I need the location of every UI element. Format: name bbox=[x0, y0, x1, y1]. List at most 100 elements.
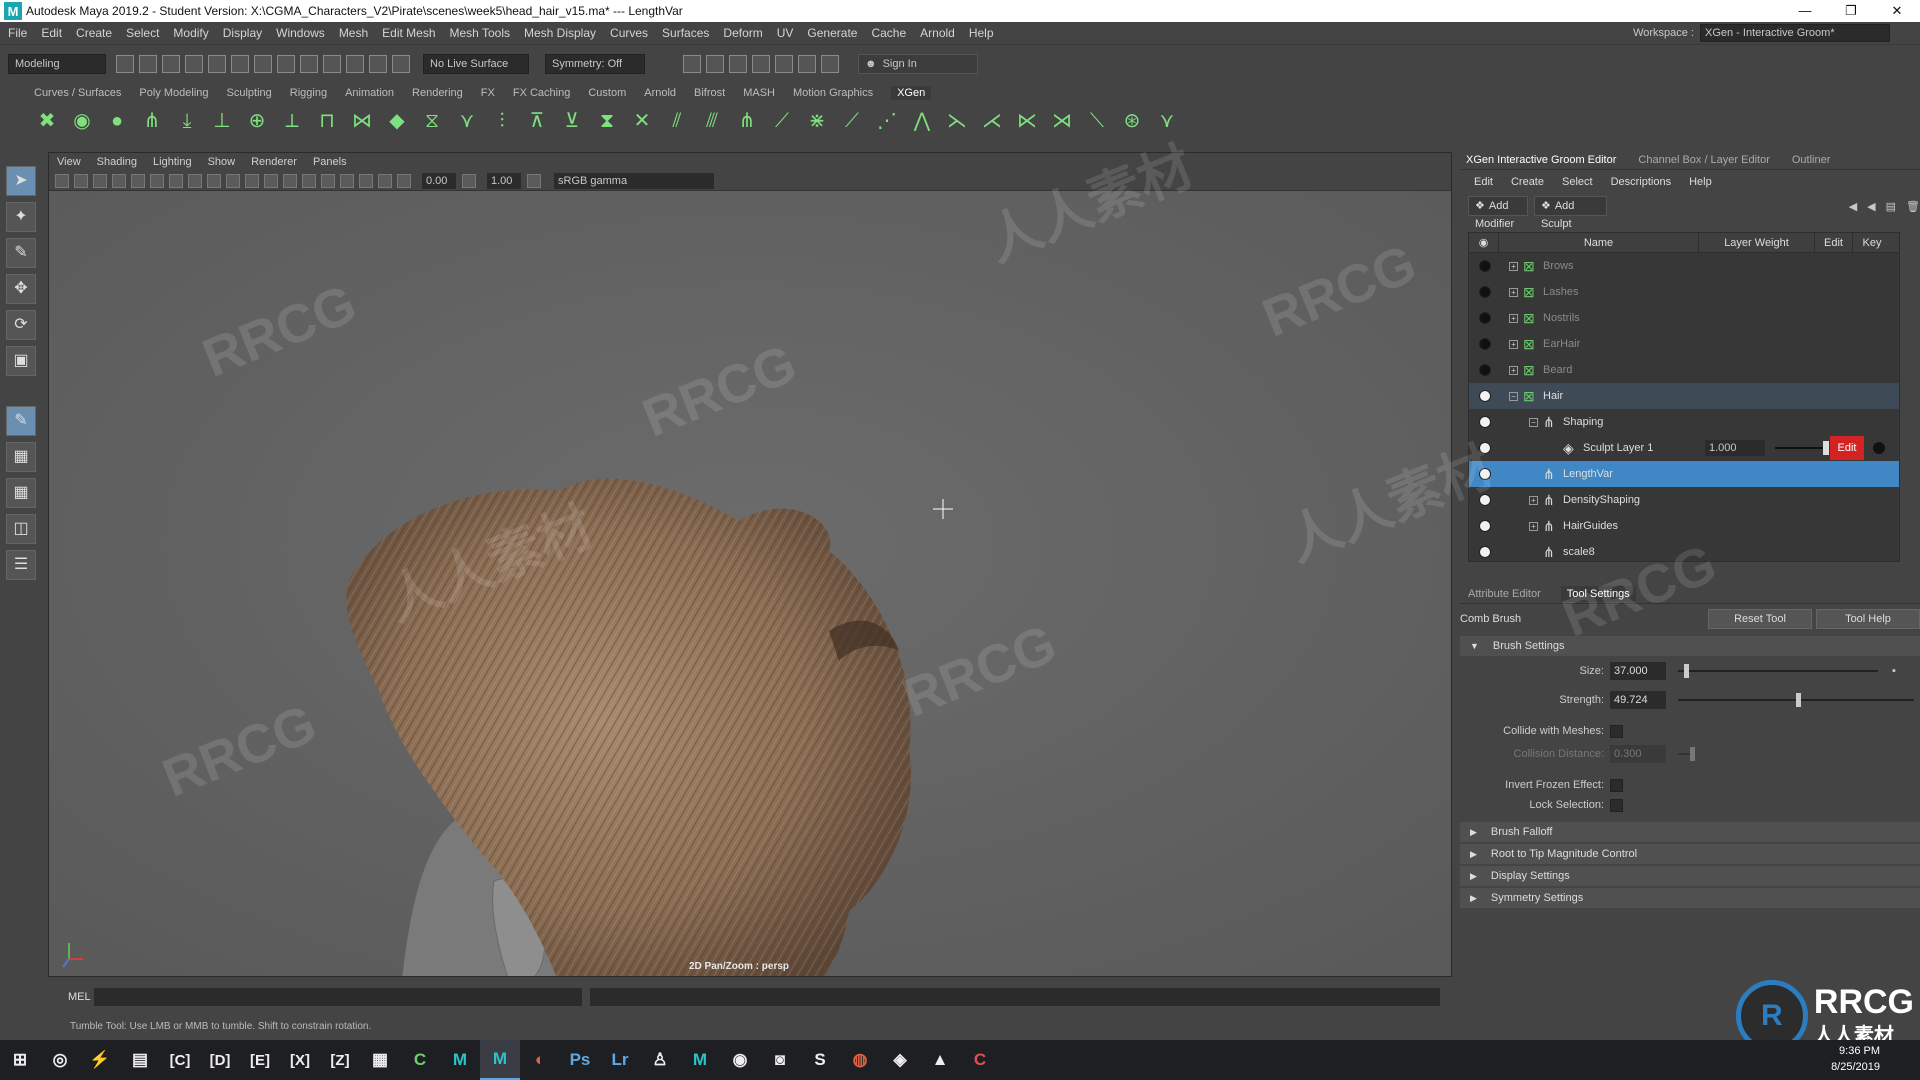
grab-icon[interactable]: ⧗ bbox=[594, 108, 620, 134]
app-red-icon[interactable]: ◐ bbox=[520, 1040, 560, 1080]
visibility-toggle-icon[interactable] bbox=[1479, 260, 1491, 272]
layer-key-icon[interactable] bbox=[1873, 442, 1885, 454]
layer-row[interactable]: − ⋔ Shaping bbox=[1469, 409, 1899, 435]
tool-13-icon[interactable]: ⊛ bbox=[1119, 108, 1145, 134]
tool-10-icon[interactable]: ⋉ bbox=[1014, 108, 1040, 134]
lights-icon[interactable] bbox=[302, 173, 316, 188]
layer-row[interactable]: ⋔ LengthVar bbox=[1469, 461, 1899, 487]
strength-slider[interactable] bbox=[1678, 693, 1914, 707]
viewport-menu-lighting[interactable]: Lighting bbox=[153, 156, 192, 168]
obs-icon[interactable]: ◉ bbox=[720, 1040, 760, 1080]
image-plane-icon[interactable] bbox=[112, 173, 126, 188]
size-slider[interactable] bbox=[1678, 664, 1878, 678]
isolate-icon[interactable] bbox=[378, 173, 392, 188]
add-guide-icon[interactable]: ⊥ bbox=[209, 108, 235, 134]
layer-icon[interactable]: ◆ bbox=[384, 108, 410, 134]
shelf-tab-animation[interactable]: Animation bbox=[345, 87, 394, 99]
blender-icon[interactable]: ◍ bbox=[840, 1040, 880, 1080]
sculpt-guide-icon[interactable]: ⤓ bbox=[174, 108, 200, 134]
menu-display[interactable]: Display bbox=[223, 26, 262, 40]
brush-falloff-frame[interactable]: ▶ Brush Falloff bbox=[1460, 822, 1920, 842]
groom-menu-create[interactable]: Create bbox=[1511, 176, 1544, 188]
collide-checkbox[interactable] bbox=[1610, 724, 1623, 738]
layer-row[interactable]: ◈ Sculpt Layer 1 1.000 Edit bbox=[1469, 435, 1899, 461]
maximize-button[interactable]: ❐ bbox=[1828, 0, 1874, 22]
layer-row[interactable]: + ⊠ Lashes bbox=[1469, 279, 1899, 305]
groom-menu-descriptions[interactable]: Descriptions bbox=[1611, 176, 1672, 188]
gate-mask-icon[interactable] bbox=[188, 173, 202, 188]
tool-9-icon[interactable]: ⋌ bbox=[979, 108, 1005, 134]
drive-e-icon[interactable]: [E] bbox=[240, 1040, 280, 1080]
groom-comb-icon[interactable]: ⧖ bbox=[419, 108, 445, 134]
undo-icon[interactable] bbox=[185, 54, 203, 73]
menu-mesh[interactable]: Mesh bbox=[339, 26, 368, 40]
menu-surfaces[interactable]: Surfaces bbox=[662, 26, 709, 40]
groom-menu-edit[interactable]: Edit bbox=[1474, 176, 1493, 188]
xray-icon[interactable] bbox=[359, 173, 373, 188]
bookmark-icon[interactable] bbox=[93, 173, 107, 188]
select-tool-icon[interactable]: ➤ bbox=[6, 166, 36, 196]
layer-weight-knob[interactable] bbox=[1823, 441, 1829, 455]
maya-icon[interactable]: M bbox=[440, 1040, 480, 1080]
tool-5-icon[interactable]: ⟋ bbox=[839, 108, 865, 134]
expand-toggle-icon[interactable]: + bbox=[1509, 313, 1518, 323]
groom-menu-select[interactable]: Select bbox=[1562, 176, 1593, 188]
app-folder-icon[interactable]: ▦ bbox=[360, 1040, 400, 1080]
camera-select-icon[interactable] bbox=[55, 173, 69, 188]
visibility-toggle-icon[interactable] bbox=[1479, 546, 1491, 558]
redo-icon[interactable] bbox=[208, 54, 226, 73]
ambient-occlusion-icon[interactable] bbox=[340, 173, 354, 188]
visibility-toggle-icon[interactable] bbox=[1479, 520, 1491, 532]
safe-action-icon[interactable] bbox=[226, 173, 240, 188]
maya-active-icon[interactable]: M bbox=[480, 1040, 520, 1080]
shadows-icon[interactable] bbox=[321, 173, 335, 188]
viewport-canvas[interactable]: 2D Pan/Zoom : persp bbox=[49, 191, 1451, 976]
menu-help[interactable]: Help bbox=[969, 26, 994, 40]
menu-edit[interactable]: Edit bbox=[41, 26, 62, 40]
size-lock-icon[interactable]: ▪ bbox=[1892, 665, 1896, 677]
live-surface-field[interactable]: No Live Surface bbox=[423, 53, 529, 74]
strength-slider-knob[interactable] bbox=[1796, 693, 1801, 707]
system-clock[interactable]: 9:36 PM 8/25/2019 bbox=[1831, 1043, 1880, 1075]
length-icon[interactable]: ⋎ bbox=[454, 108, 480, 134]
tool-help-button[interactable]: Tool Help bbox=[1816, 609, 1920, 629]
shelf-tab-fx-caching[interactable]: FX Caching bbox=[513, 87, 570, 99]
folder-icon[interactable]: ▤ bbox=[1886, 200, 1896, 213]
snap-curve-icon[interactable] bbox=[323, 54, 341, 73]
textured-icon[interactable] bbox=[283, 173, 297, 188]
tool-8-icon[interactable]: ⋋ bbox=[944, 108, 970, 134]
file-explorer-icon[interactable]: ▤ bbox=[120, 1040, 160, 1080]
substance-icon[interactable]: S bbox=[800, 1040, 840, 1080]
layer-row[interactable]: + ⊠ EarHair bbox=[1469, 331, 1899, 357]
noise-icon[interactable]: ⫶ bbox=[489, 108, 515, 134]
render-view-icon[interactable] bbox=[683, 54, 701, 73]
expand-toggle-icon[interactable]: + bbox=[1509, 339, 1518, 349]
visibility-toggle-icon[interactable] bbox=[1479, 494, 1491, 506]
viewport-menu-show[interactable]: Show bbox=[208, 156, 236, 168]
new-scene-icon[interactable] bbox=[116, 54, 134, 73]
menu-arnold[interactable]: Arnold bbox=[920, 26, 955, 40]
menu-deform[interactable]: Deform bbox=[723, 26, 762, 40]
film-gate-icon[interactable] bbox=[150, 173, 164, 188]
visibility-toggle-icon[interactable] bbox=[1479, 364, 1491, 376]
menu-select[interactable]: Select bbox=[126, 26, 159, 40]
drive-d-icon[interactable]: [D] bbox=[200, 1040, 240, 1080]
menu-edit-mesh[interactable]: Edit Mesh bbox=[382, 26, 435, 40]
mel-input[interactable] bbox=[94, 988, 582, 1006]
visibility-toggle-icon[interactable] bbox=[1479, 312, 1491, 324]
layer-row[interactable]: ⋔ scale8 bbox=[1469, 539, 1899, 565]
groom-menu-help[interactable]: Help bbox=[1689, 176, 1712, 188]
smooth-icon[interactable]: ⋈ bbox=[349, 108, 375, 134]
ipr-render-icon[interactable] bbox=[729, 54, 747, 73]
app-person-icon[interactable]: ♙ bbox=[640, 1040, 680, 1080]
wireframe-icon[interactable] bbox=[245, 173, 259, 188]
visibility-toggle-icon[interactable] bbox=[1479, 338, 1491, 350]
place-guide-icon[interactable]: ⋔ bbox=[139, 108, 165, 134]
tab-attribute-editor[interactable]: Attribute Editor bbox=[1468, 588, 1541, 600]
expand-toggle-icon[interactable]: − bbox=[1529, 417, 1538, 427]
layout-single-icon[interactable]: ▦ bbox=[6, 442, 36, 472]
menuset-dropdown[interactable]: Modeling bbox=[8, 53, 106, 74]
visibility-toggle-icon[interactable] bbox=[1479, 468, 1491, 480]
exposure-icon[interactable] bbox=[397, 173, 411, 188]
shelf-tab-fx[interactable]: FX bbox=[481, 87, 495, 99]
